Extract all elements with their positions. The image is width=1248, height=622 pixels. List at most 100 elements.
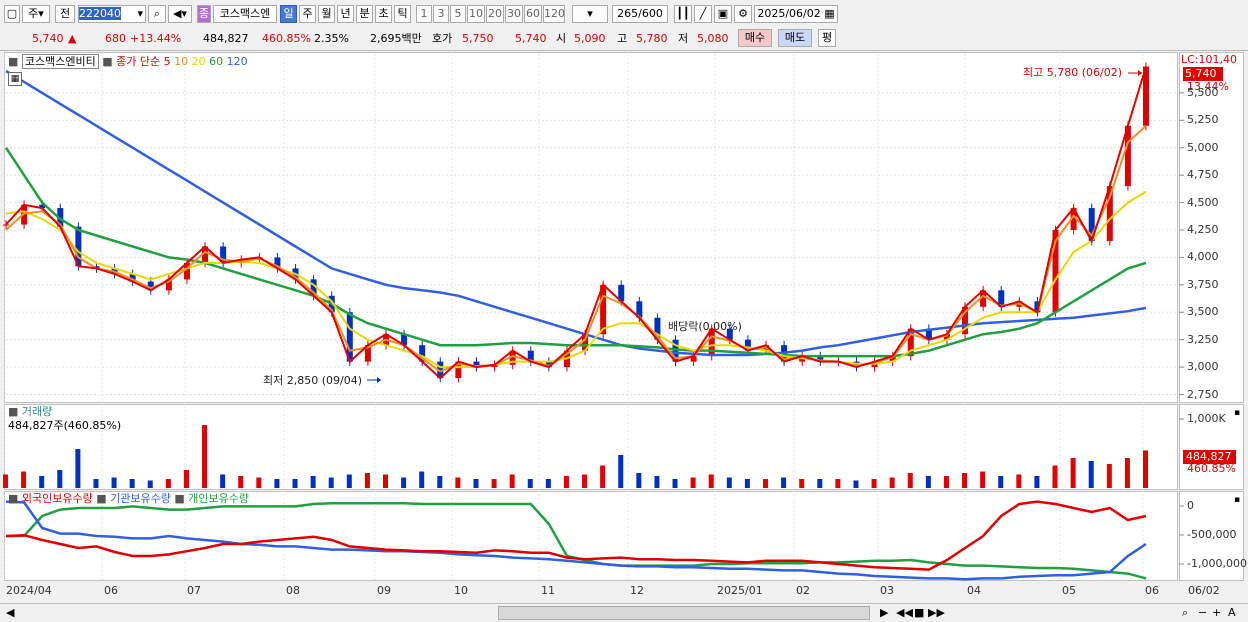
holdings-tick-label: 0 xyxy=(1187,499,1194,512)
legend-square-icon: ■ xyxy=(8,55,22,68)
volume-bar xyxy=(636,473,642,488)
x-axis-label: 06/02 xyxy=(1188,584,1220,597)
volume-bar xyxy=(582,474,588,488)
volume-bar xyxy=(654,476,660,488)
x-axis-label: 04 xyxy=(967,584,981,597)
x-axis-label: 03 xyxy=(880,584,894,597)
ma-label: 종가 단순 xyxy=(116,55,161,68)
volume-bar xyxy=(238,476,244,488)
holdings-legend: ■ 외국인보유수량 ■ 기관보유수량 ■ 개인보유수량 xyxy=(8,492,249,506)
legend-square-icon: ■ xyxy=(8,405,22,418)
volume-bar xyxy=(690,477,696,488)
volume-title: 거래량 xyxy=(21,405,53,418)
holdings-tick-label: -500,000 xyxy=(1187,528,1237,541)
volume-bar xyxy=(853,480,859,488)
ma-legend-10: 10 xyxy=(174,55,192,68)
volume-bar xyxy=(328,477,334,488)
x-axis-label: 11 xyxy=(541,584,555,597)
x-axis-label: 06 xyxy=(1145,584,1159,597)
volume-bar xyxy=(907,473,913,488)
volume-bar xyxy=(383,474,388,488)
min-arrow-head xyxy=(377,377,381,383)
x-axis-label: 02 xyxy=(796,584,810,597)
volume-legend: ■ 거래량 xyxy=(8,405,52,419)
volume-bar xyxy=(256,477,262,488)
price-tick-label: 4,750 xyxy=(1187,168,1219,182)
volume-bar xyxy=(925,476,931,488)
volume-pct-tag: 460.85% xyxy=(1187,462,1236,475)
volume-bar xyxy=(1034,476,1040,488)
volume-bar xyxy=(93,479,99,488)
zoom-icon[interactable]: ⌕ xyxy=(1182,606,1188,620)
volume-bar xyxy=(563,476,569,488)
volume-bar xyxy=(708,474,714,488)
volume-bar xyxy=(1016,474,1022,488)
institution-label: 기관보유수량 xyxy=(110,492,171,505)
x-axis-label: 2025/01 xyxy=(717,584,763,597)
chart-canvas[interactable] xyxy=(0,0,1248,603)
volume-bar xyxy=(129,479,135,488)
volume-bar xyxy=(744,479,750,488)
grid-icon[interactable]: ▦ xyxy=(8,72,22,86)
max-arrow-head xyxy=(1138,70,1142,76)
ma-legend-5: 5 xyxy=(163,55,175,68)
price-tick-label: 3,750 xyxy=(1187,277,1219,291)
volume-value-label: 484,827주(460.85%) xyxy=(8,419,122,432)
volume-bar xyxy=(75,449,81,488)
stop-icon[interactable]: ■ xyxy=(914,606,924,620)
ma-legend-60: 60 xyxy=(209,55,227,68)
price-tick-label: 3,250 xyxy=(1187,332,1219,346)
volume-bar xyxy=(1088,461,1094,488)
volume-bar xyxy=(545,479,551,488)
close-pane-icon[interactable]: ▪ xyxy=(1234,406,1240,420)
legend-bar: ■ 코스맥스엔비티 ■ 종가 단순 5 10 20 60 120 xyxy=(8,54,248,69)
scroll-right-icon[interactable]: ▶ xyxy=(880,606,888,620)
volume-bar xyxy=(781,477,787,488)
scroll-left-icon[interactable]: ◀ xyxy=(6,606,14,620)
price-tick-label: 3,000 xyxy=(1187,360,1219,374)
stock-title: 코스맥스엔비티 xyxy=(21,54,99,69)
volume-bar xyxy=(1106,464,1112,488)
legend-square-icon: ■ xyxy=(102,55,117,68)
zoom-in-icon[interactable]: + xyxy=(1212,606,1221,620)
volume-bar xyxy=(147,480,153,488)
volume-bar xyxy=(672,479,678,488)
volume-bar xyxy=(3,474,8,488)
volume-bar xyxy=(817,479,823,488)
x-axis-label: 06 xyxy=(104,584,118,597)
legend-square-icon: ■ xyxy=(8,492,22,505)
ma20-line xyxy=(5,190,1147,369)
volume-bar xyxy=(57,470,63,488)
volume-bar xyxy=(220,474,226,488)
volume-bar xyxy=(292,479,298,488)
ex-dividend-label: 배당락(0.00%) xyxy=(668,320,742,333)
x-axis-label: 2024/04 xyxy=(6,584,52,597)
legend-square-icon: ■ xyxy=(174,492,189,505)
volume-bar xyxy=(1143,450,1148,488)
x-axis-label: 05 xyxy=(1062,584,1076,597)
price-tick-label: 2,750 xyxy=(1187,387,1219,401)
volume-bar xyxy=(835,479,841,488)
x-axis-label: 12 xyxy=(630,584,644,597)
volume-tick-label: 1,000K xyxy=(1187,412,1226,425)
zoom-out-icon[interactable]: − xyxy=(1198,606,1207,620)
ma10-line xyxy=(5,125,1147,373)
scroll-thumb[interactable] xyxy=(498,606,870,620)
legend-square-icon: ■ xyxy=(96,492,111,505)
foreign-label: 외국인보유수량 xyxy=(21,492,93,505)
volume-bar xyxy=(799,479,805,488)
first-page-icon[interactable]: ◀◀ xyxy=(896,606,913,620)
bottom-scrollbar[interactable]: ◀ ▶ ◀◀ ■ ▶▶ ⌕ − + A xyxy=(0,603,1248,622)
volume-bar xyxy=(1070,458,1076,488)
close-pane-icon[interactable]: ▪ xyxy=(1234,493,1240,507)
x-axis-label: 07 xyxy=(187,584,201,597)
price-tick-label: 4,000 xyxy=(1187,250,1219,264)
ma-legend-120: 120 xyxy=(226,55,248,68)
volume-bar xyxy=(437,476,443,488)
font-size-icon[interactable]: A xyxy=(1228,606,1236,620)
volume-bar xyxy=(274,479,280,488)
volume-bar xyxy=(202,425,208,488)
volume-bar xyxy=(111,477,117,488)
last-page-icon[interactable]: ▶▶ xyxy=(928,606,945,620)
volume-bar xyxy=(889,477,895,488)
